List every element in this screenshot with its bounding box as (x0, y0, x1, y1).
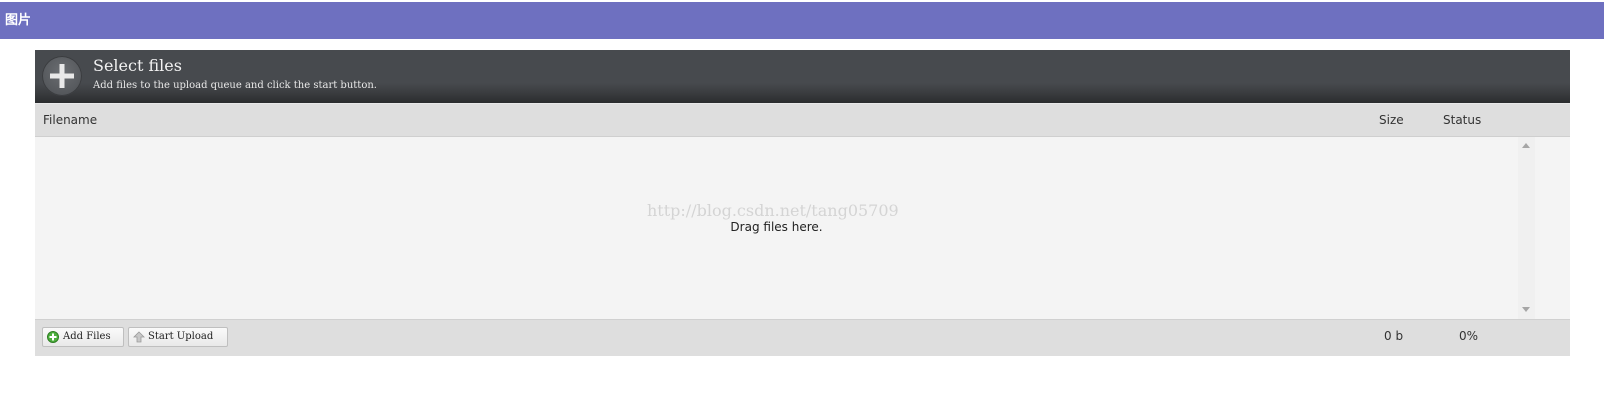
start-upload-label: Start Upload (148, 331, 214, 342)
column-filename: Filename (43, 113, 98, 127)
uploader-footer: Add Files Start Upload 0 b 0% (35, 319, 1570, 356)
add-files-label: Add Files (63, 331, 111, 342)
column-size: Size (1379, 113, 1404, 127)
add-files-button[interactable]: Add Files (42, 327, 124, 347)
total-size: 0 b (1384, 329, 1404, 343)
scroll-down-arrow-icon[interactable] (1522, 307, 1530, 312)
uploader-header: Select files Add files to the upload que… (35, 50, 1570, 104)
file-list-scrollbar[interactable] (1518, 137, 1535, 319)
drop-hint: Drag files here. (730, 220, 823, 234)
watermark-text: http://blog.csdn.net/tang05709 (647, 201, 899, 220)
scroll-up-arrow-icon[interactable] (1522, 143, 1530, 148)
green-plus-icon (47, 331, 59, 350)
start-upload-button[interactable]: Start Upload (128, 327, 228, 347)
file-uploader: Select files Add files to the upload que… (35, 50, 1570, 356)
plus-circle-icon[interactable] (42, 56, 82, 96)
uploader-title: Select files (93, 56, 182, 75)
file-drop-area[interactable]: http://blog.csdn.net/tang05709 Drag file… (35, 137, 1570, 319)
up-arrow-icon (133, 331, 145, 350)
file-list-header: Filename Size Status (35, 104, 1570, 137)
total-status: 0% (1459, 329, 1479, 343)
column-status: Status (1443, 113, 1482, 127)
panel-title: 图片 (0, 2, 1604, 39)
uploader-subtitle: Add files to the upload queue and click … (93, 80, 377, 91)
